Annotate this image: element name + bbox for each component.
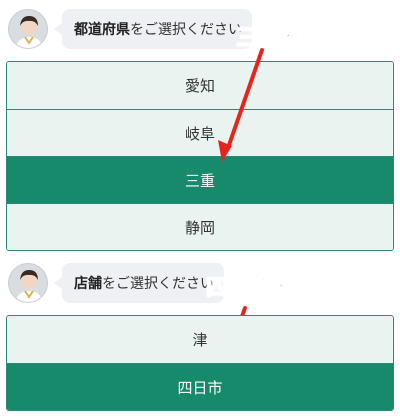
option-aichi[interactable]: 愛知 xyxy=(7,62,393,109)
prefecture-options: 愛知 岐阜 三重 静岡 xyxy=(6,61,394,251)
option-shizuoka[interactable]: 静岡 xyxy=(7,203,393,250)
prompt-bold: 都道府県 xyxy=(74,22,130,38)
operator-avatar xyxy=(8,263,48,303)
prompt-text: をご選択ください xyxy=(102,276,214,292)
prompt-bold: 店舗 xyxy=(74,276,102,292)
prompt-bubble: 店舗 をご選択ください xyxy=(54,263,224,303)
prompt-text: をご選択ください xyxy=(130,22,242,38)
operator-avatar xyxy=(8,9,48,49)
chat-stage: 都道府県 をご選択ください 愛知 岐阜 三重 静岡 三重を選択 店舗 をご選択くださ… xyxy=(0,0,400,420)
chat-message-prefecture: 都道府県 をご選択ください xyxy=(8,6,252,52)
option-mie[interactable]: 三重 xyxy=(7,156,393,203)
annotation-select-yokkaichi: 四日市を選択 xyxy=(205,276,345,302)
option-gifu[interactable]: 岐阜 xyxy=(7,109,393,156)
annotation-select-mie: 三重を選択 xyxy=(235,26,352,52)
option-yokkaichi[interactable]: 四日市 xyxy=(7,363,393,410)
chat-message-store: 店舗 をご選択ください xyxy=(8,260,224,306)
option-tsu[interactable]: 津 xyxy=(7,316,393,363)
store-options: 津 四日市 xyxy=(6,315,394,411)
prompt-bubble: 都道府県 をご選択ください xyxy=(54,9,252,49)
